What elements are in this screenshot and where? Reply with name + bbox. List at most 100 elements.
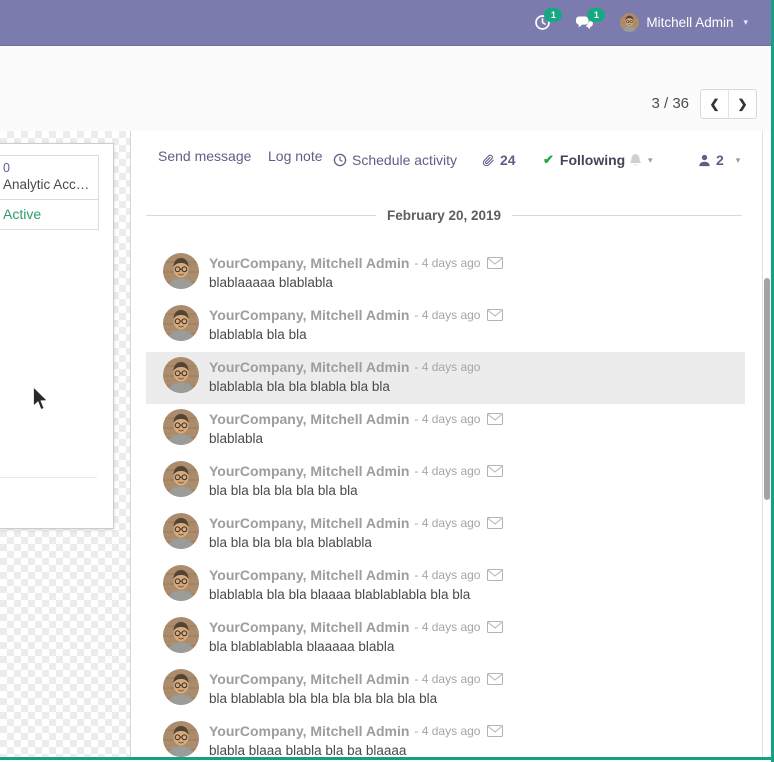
- envelope-icon[interactable]: [487, 725, 503, 737]
- pager-next-button[interactable]: ❯: [729, 90, 756, 118]
- message-author[interactable]: YourCompany, Mitchell Admin: [209, 723, 409, 739]
- date-separator-label: February 20, 2019: [376, 208, 512, 223]
- envelope-icon[interactable]: [487, 569, 503, 581]
- chevron-down-icon: ▾: [743, 17, 748, 28]
- message-timestamp: - 4 days ago: [414, 516, 480, 530]
- message-body: blablaaaaa blablabla: [209, 275, 333, 290]
- message-row: YourCompany, Mitchell Admin - 4 days ago…: [146, 456, 745, 508]
- separator-line: [512, 215, 742, 216]
- screen-recording-border-bottom: [0, 757, 774, 760]
- attachments-button[interactable]: 24: [482, 148, 516, 172]
- envelope-icon[interactable]: [487, 413, 503, 425]
- message-row: YourCompany, Mitchell Admin - 4 days ago…: [146, 300, 745, 352]
- message-author[interactable]: YourCompany, Mitchell Admin: [209, 411, 409, 427]
- message-row: YourCompany, Mitchell Admin - 4 days ago…: [146, 508, 745, 560]
- author-avatar: [163, 253, 199, 289]
- scrollbar-track[interactable]: [762, 131, 763, 758]
- date-separator: February 20, 2019: [146, 208, 742, 223]
- paperclip-icon: [482, 153, 495, 167]
- pager-previous-button[interactable]: ❮: [701, 90, 729, 118]
- following-button[interactable]: ✔ Following: [543, 148, 625, 172]
- message-row: YourCompany, Mitchell Admin - 4 days ago…: [146, 560, 745, 612]
- message-body: bla blablabla bla bla bla bla bla bla bl…: [209, 691, 437, 706]
- stat-label: Analytic Acc…: [3, 176, 98, 194]
- top-navbar: 1 1 Mitchell Admin ▾: [0, 0, 774, 46]
- author-avatar: [163, 669, 199, 705]
- message-author[interactable]: YourCompany, Mitchell Admin: [209, 671, 409, 687]
- author-avatar: [163, 409, 199, 445]
- activities-menu-button[interactable]: 1: [522, 0, 563, 45]
- schedule-activity-button[interactable]: Schedule activity: [333, 148, 457, 172]
- message-body: bla bla bla bla bla blablabla: [209, 535, 372, 550]
- message-author[interactable]: YourCompany, Mitchell Admin: [209, 515, 409, 531]
- clock-icon: [333, 153, 347, 167]
- message-row: YourCompany, Mitchell Admin - 4 days ago…: [146, 352, 745, 404]
- message-row: YourCompany, Mitchell Admin - 4 days ago…: [146, 664, 745, 716]
- check-icon: ✔: [543, 152, 554, 168]
- activities-count-badge: 1: [544, 8, 562, 22]
- author-avatar: [163, 461, 199, 497]
- author-avatar: [163, 721, 199, 757]
- author-avatar: [163, 565, 199, 601]
- message-body: bla blablablabla blaaaaa blabla: [209, 639, 394, 654]
- message-timestamp: - 4 days ago: [414, 360, 480, 374]
- followers-button[interactable]: 2 ▾: [698, 148, 740, 172]
- envelope-icon[interactable]: [487, 309, 503, 321]
- stat-value: 0: [3, 160, 98, 176]
- envelope-icon[interactable]: [487, 517, 503, 529]
- envelope-icon[interactable]: [487, 257, 503, 269]
- pager-buttons: ❮ ❯: [700, 89, 757, 119]
- scrollbar-thumb[interactable]: [764, 278, 770, 500]
- stat-button-stack: 0 Analytic Acc… Active: [0, 155, 99, 230]
- message-body: blablabla bla bla blaaaa blablablabla bl…: [209, 587, 470, 602]
- log-note-button[interactable]: Log note: [268, 148, 323, 172]
- message-author[interactable]: YourCompany, Mitchell Admin: [209, 359, 409, 375]
- message-timestamp: - 4 days ago: [414, 256, 480, 270]
- schedule-activity-label: Schedule activity: [352, 152, 457, 168]
- separator-line: [146, 215, 376, 216]
- message-row: YourCompany, Mitchell Admin - 4 days ago…: [146, 404, 745, 456]
- message-author[interactable]: YourCompany, Mitchell Admin: [209, 567, 409, 583]
- subscription-dropdown-button[interactable]: ▾: [629, 148, 653, 172]
- message-timestamp: - 4 days ago: [414, 672, 480, 686]
- message-body: blablabla bla bla blabla bla bla: [209, 379, 390, 394]
- send-message-button[interactable]: Send message: [158, 148, 251, 172]
- message-author[interactable]: YourCompany, Mitchell Admin: [209, 255, 409, 271]
- chevron-down-icon: ▾: [648, 155, 653, 166]
- message-timestamp: - 4 days ago: [414, 568, 480, 582]
- message-timestamp: - 4 days ago: [414, 464, 480, 478]
- bell-icon: [629, 153, 642, 168]
- pager-value: 3 / 36: [651, 95, 689, 112]
- following-label: Following: [560, 152, 625, 168]
- sheet-divider-line: [0, 477, 97, 478]
- message-author[interactable]: YourCompany, Mitchell Admin: [209, 463, 409, 479]
- user-menu-button[interactable]: Mitchell Admin ▾: [606, 0, 752, 45]
- message-list: YourCompany, Mitchell Admin - 4 days ago…: [146, 248, 745, 762]
- author-avatar: [163, 305, 199, 341]
- attachment-count: 24: [500, 152, 516, 168]
- messages-count-badge: 1: [587, 8, 605, 22]
- message-body: blabla blaaa blabla bla ba blaaaa: [209, 743, 406, 758]
- envelope-icon[interactable]: [487, 465, 503, 477]
- message-author[interactable]: YourCompany, Mitchell Admin: [209, 307, 409, 323]
- message-timestamp: - 4 days ago: [414, 724, 480, 738]
- user-name-label: Mitchell Admin: [646, 15, 733, 30]
- message-timestamp: - 4 days ago: [414, 620, 480, 634]
- message-row: YourCompany, Mitchell Admin - 4 days ago…: [146, 612, 745, 664]
- envelope-icon[interactable]: [487, 621, 503, 633]
- user-avatar: [620, 13, 639, 32]
- message-author[interactable]: YourCompany, Mitchell Admin: [209, 619, 409, 635]
- author-avatar: [163, 357, 199, 393]
- messages-menu-button[interactable]: 1: [563, 0, 606, 45]
- message-body: blablabla: [209, 431, 263, 446]
- chevron-down-icon: ▾: [736, 155, 741, 166]
- author-avatar: [163, 513, 199, 549]
- message-row: YourCompany, Mitchell Admin - 4 days ago…: [146, 716, 745, 762]
- active-toggle-button[interactable]: Active: [0, 199, 98, 229]
- envelope-icon[interactable]: [487, 673, 503, 685]
- control-panel: 3 / 36 ❮ ❯: [0, 46, 774, 131]
- message-timestamp: - 4 days ago: [414, 412, 480, 426]
- person-icon: [698, 154, 711, 167]
- message-timestamp: - 4 days ago: [414, 308, 480, 322]
- analytic-accounts-stat-button[interactable]: 0 Analytic Acc…: [0, 156, 98, 199]
